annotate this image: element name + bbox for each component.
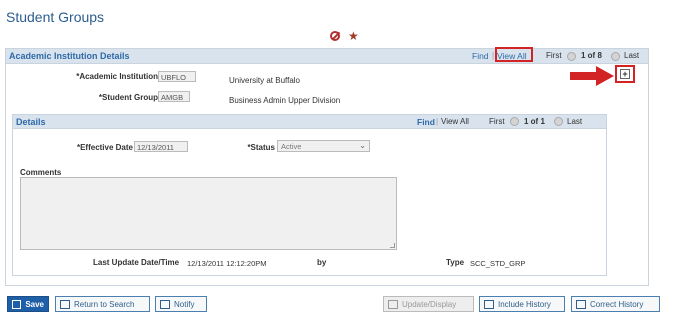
notify-label: Notify bbox=[174, 299, 195, 309]
details-view-all-link[interactable]: View All bbox=[441, 117, 469, 126]
update-display-icon bbox=[388, 299, 398, 309]
details-header: Details Find | View All First 1 of 1 Las… bbox=[13, 115, 606, 129]
chevron-down-icon: ⌄ bbox=[359, 141, 366, 150]
return-to-search-button[interactable]: Return to Search bbox=[55, 296, 150, 312]
correct-history-icon bbox=[576, 299, 586, 309]
notify-icon bbox=[160, 299, 170, 309]
save-label: Save bbox=[25, 299, 44, 309]
include-history-button[interactable]: Include History bbox=[479, 296, 565, 312]
status-select[interactable]: Active ⌄ bbox=[277, 140, 370, 152]
student-group-field: AMGB bbox=[158, 91, 190, 102]
details-title: Details bbox=[16, 117, 46, 127]
effective-date-field[interactable]: 12/13/2011 bbox=[134, 141, 188, 152]
status-value: Active bbox=[281, 142, 302, 151]
student-group-description: Business Admin Upper Division bbox=[229, 96, 341, 105]
red-arrow-annotation bbox=[570, 66, 614, 86]
include-history-label: Include History bbox=[498, 299, 551, 309]
include-history-icon bbox=[484, 299, 494, 309]
details-separator: | bbox=[436, 117, 439, 126]
comments-label: Comments bbox=[20, 168, 62, 177]
first-link[interactable]: First bbox=[546, 51, 562, 60]
student-group-label: *Student Group bbox=[98, 93, 158, 102]
last-update-value: 12/13/2011 12:12:20PM bbox=[187, 259, 267, 268]
row-position: 1 of 8 bbox=[581, 51, 602, 60]
return-icon bbox=[60, 299, 70, 309]
next-icon[interactable] bbox=[611, 52, 620, 61]
details-last-link[interactable]: Last bbox=[567, 117, 582, 126]
correct-history-label: Correct History bbox=[590, 299, 644, 309]
view-all-highlight bbox=[495, 47, 533, 62]
add-row-button[interactable]: + bbox=[620, 69, 630, 79]
last-update-label: Last Update Date/Time bbox=[93, 258, 180, 267]
save-icon bbox=[12, 299, 22, 309]
update-display-button[interactable]: Update/Display bbox=[383, 296, 474, 312]
favorite-star-icon[interactable]: ★ bbox=[348, 30, 359, 42]
return-to-search-label: Return to Search bbox=[74, 299, 135, 309]
last-link[interactable]: Last bbox=[624, 51, 639, 60]
panel-header: Academic Institution Details Find | View… bbox=[6, 47, 648, 64]
correct-history-button[interactable]: Correct History bbox=[571, 296, 660, 312]
top-icons: ★ bbox=[330, 30, 359, 42]
comments-textarea[interactable] bbox=[20, 177, 397, 250]
by-label: by bbox=[317, 258, 327, 267]
save-button[interactable]: Save bbox=[7, 296, 49, 312]
notify-button[interactable]: Notify bbox=[155, 296, 207, 312]
prohibited-icon[interactable] bbox=[330, 31, 340, 41]
previous-icon[interactable] bbox=[567, 52, 576, 61]
separator: | bbox=[492, 51, 495, 60]
details-next-icon[interactable] bbox=[554, 117, 563, 126]
institution-label: *Academic Institution bbox=[76, 72, 158, 81]
details-first-link[interactable]: First bbox=[489, 117, 505, 126]
find-link[interactable]: Find bbox=[472, 51, 489, 61]
add-row-highlight: + bbox=[615, 65, 635, 83]
type-value: SCC_STD_GRP bbox=[470, 259, 526, 268]
institution-field: UBFLO bbox=[158, 71, 196, 82]
details-previous-icon[interactable] bbox=[510, 117, 519, 126]
panel-title: Academic Institution Details bbox=[9, 51, 130, 61]
resize-handle-icon[interactable] bbox=[390, 243, 395, 248]
type-label: Type bbox=[446, 258, 465, 267]
status-label: *Status bbox=[247, 143, 275, 152]
update-display-label: Update/Display bbox=[402, 299, 457, 309]
institution-description: University at Buffalo bbox=[229, 76, 300, 85]
page-title: Student Groups bbox=[6, 9, 105, 25]
effective-date-label: *Effective Date bbox=[76, 143, 133, 152]
details-find-link[interactable]: Find bbox=[417, 117, 435, 127]
details-row-position: 1 of 1 bbox=[524, 117, 545, 126]
details-panel: Details Find | View All First 1 of 1 Las… bbox=[12, 114, 607, 276]
